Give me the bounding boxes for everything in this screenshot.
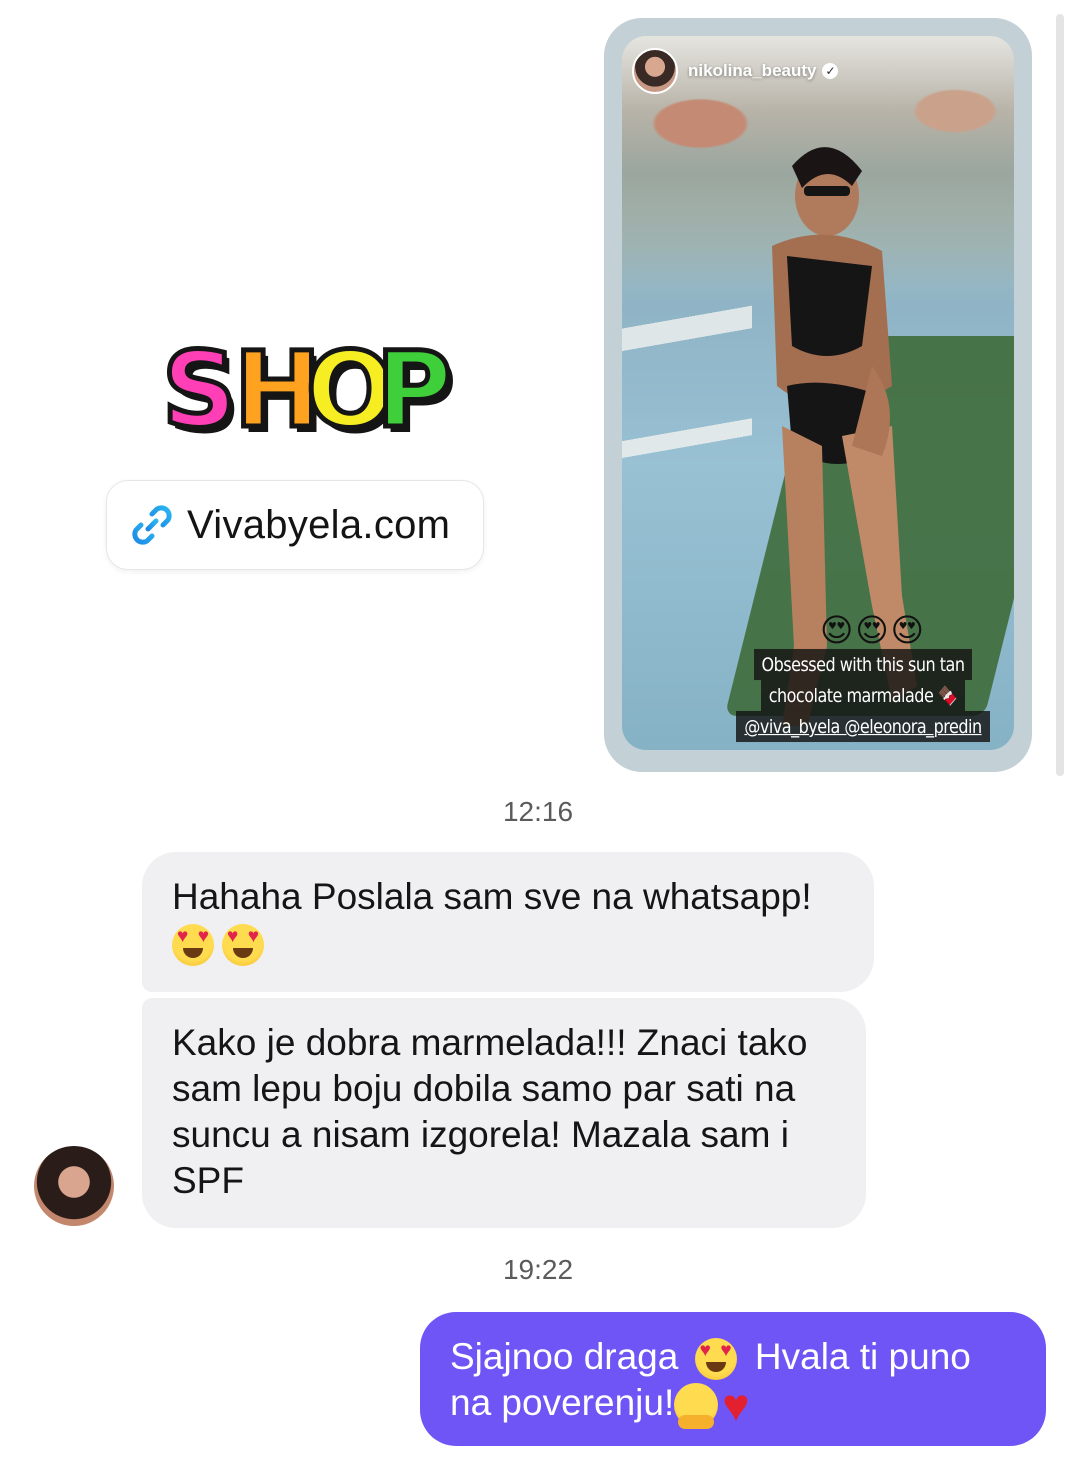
heart-eyes-emoji (694, 1338, 737, 1381)
link-url-text: Vivabyela.com (187, 502, 451, 547)
shop-letter-s: S (160, 328, 240, 453)
story-photo: nikolina_beauty ✓ 😍😍😍 Obsessed with this… (622, 36, 1014, 750)
story-caption-mentions[interactable]: @viva_byela @eleonora_predin (736, 710, 990, 743)
hugging-face-emoji (674, 1383, 719, 1430)
message-text-start: Sjajnoo draga (450, 1336, 679, 1377)
verified-badge-icon: ✓ (822, 63, 839, 79)
shop-letter-p: P (373, 328, 454, 453)
received-message[interactable]: Kako je dobra marmelada!!! Znaci tako sa… (142, 998, 866, 1228)
sender-avatar[interactable] (34, 1146, 114, 1226)
shop-sticker: S H O P (150, 328, 470, 460)
sent-message[interactable]: Sjajnoo draga Hvala ti puno na poverenju… (420, 1312, 1046, 1446)
link-icon (132, 505, 172, 545)
story-emojis: 😍😍😍 (819, 612, 927, 648)
message-text: Kako je dobra marmelada!!! Znaci tako sa… (172, 1022, 808, 1201)
story-header: nikolina_beauty ✓ (632, 48, 839, 94)
story-author-avatar[interactable] (632, 48, 678, 94)
received-message[interactable]: Hahaha Poslala sam sve na whatsapp! (142, 852, 874, 992)
timestamp: 12:16 (502, 796, 574, 827)
story-username[interactable]: nikolina_beauty (688, 61, 816, 81)
timestamp: 19:22 (502, 1254, 574, 1285)
story-caption-line-1: Obsessed with this sun tan (753, 648, 973, 681)
heart-eyes-emoji (222, 924, 264, 967)
message-text: Hahaha Poslala sam sve na whatsapp! (172, 876, 812, 917)
story-caption: 😍😍😍 Obsessed with this sun tan chocolate… (622, 611, 1014, 743)
heart-eyes-emoji (172, 924, 214, 967)
red-heart-emoji: ♥ (722, 1379, 750, 1432)
link-sticker[interactable]: Vivabyela.com (106, 480, 484, 570)
shared-story-card[interactable]: nikolina_beauty ✓ 😍😍😍 Obsessed with this… (604, 18, 1032, 772)
scrollbar[interactable] (1056, 14, 1064, 776)
story-caption-line-2: chocolate marmalade 🍫 (760, 679, 966, 712)
